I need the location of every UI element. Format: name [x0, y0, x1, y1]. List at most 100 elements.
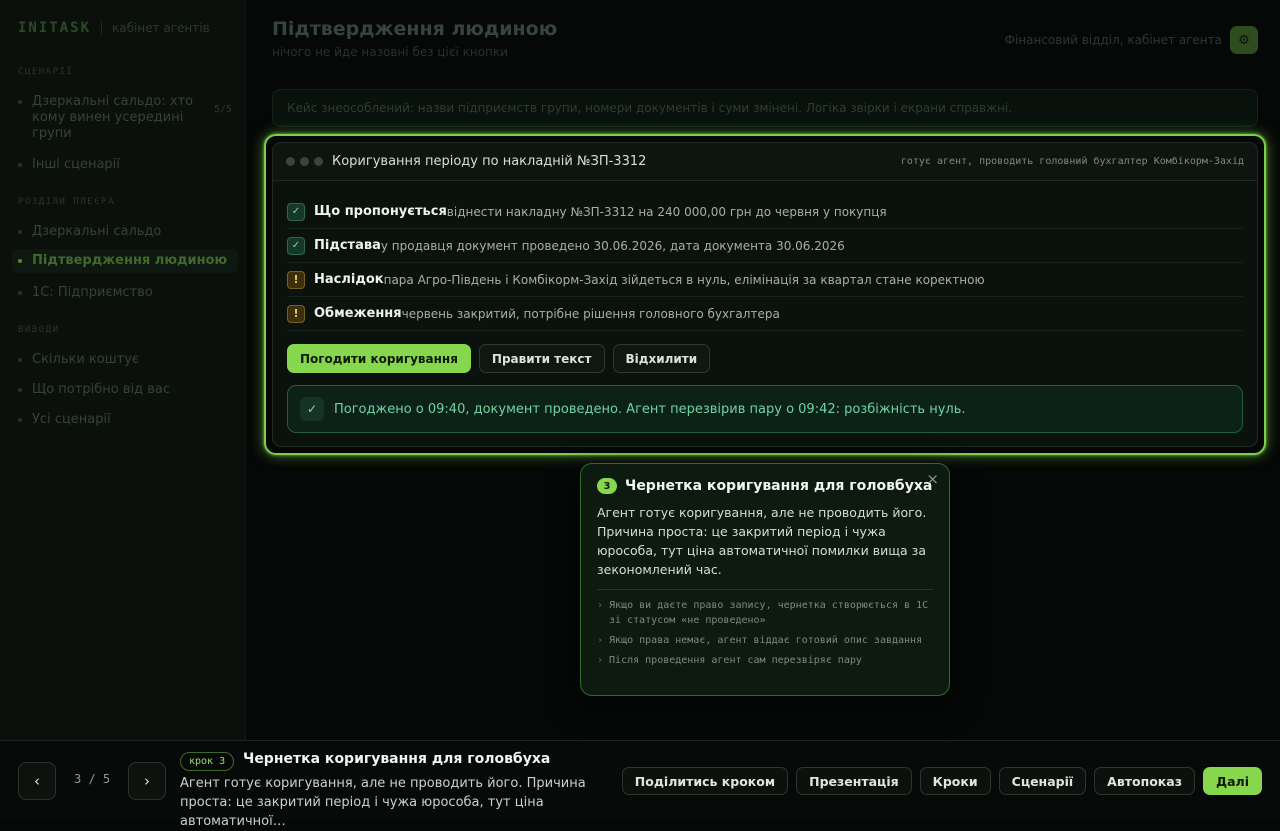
sidebar-item-all-scenarios[interactable]: Усі сценарії	[12, 408, 238, 432]
proposal-row: ✓ Що пропонується віднести накладну №ЗП-…	[287, 195, 1243, 229]
sidebar-item-count: 5/5	[213, 104, 232, 115]
scenarios-button[interactable]: Сценарії	[998, 767, 1087, 795]
header-context: Фінансовий відділ, кабінет агента ⚙	[1005, 26, 1258, 54]
chevron-right-icon: ›	[597, 635, 604, 646]
bullet-icon	[18, 259, 22, 263]
bullet-icon	[18, 163, 22, 167]
presentation-button[interactable]: Презентація	[796, 767, 912, 795]
brand-logo: INITASK	[18, 20, 92, 36]
sidebar-item-label: Дзеркальні сальдо	[32, 224, 162, 239]
sidebar-item-mirror-balances[interactable]: Дзеркальні сальдо	[12, 220, 238, 244]
share-step-button[interactable]: Поділитись кроком	[621, 767, 789, 795]
player-actions: Поділитись кроком Презентація Кроки Сцен…	[614, 767, 1262, 795]
sidebar-item-label: Що потрібно від вас	[32, 382, 170, 397]
check-icon: ✓	[300, 397, 324, 421]
close-icon[interactable]: ×	[926, 470, 939, 488]
sidebar-item-mirror-scenario[interactable]: Дзеркальні сальдо: хто кому винен усеред…	[12, 90, 238, 146]
check-icon: ✓	[287, 202, 305, 221]
chevron-right-icon: ›	[597, 600, 604, 611]
row-label: Наслідок	[314, 272, 384, 287]
popover-bullet: › Якщо права немає, агент віддає готовий…	[597, 633, 933, 648]
approval-result: ✓ Погоджено о 09:40, документ проведено.…	[287, 385, 1243, 433]
bullet-text: Якщо права немає, агент віддає готовий о…	[609, 635, 923, 646]
page-title: Підтвердження людиною	[272, 18, 558, 40]
sidebar-item-1c[interactable]: 1С: Підприємство	[12, 281, 238, 305]
player-bar: ‹ 3 / 5 › крок 3 Чернетка коригування дл…	[0, 740, 1280, 829]
approve-button[interactable]: Погодити коригування	[287, 344, 471, 373]
step-description: Агент готує коригування, але не проводит…	[180, 776, 586, 829]
bullet-text: Якщо ви даєте право запису, чернетка ств…	[609, 600, 929, 626]
popover-bullet: › Якщо ви даєте право запису, чернетка с…	[597, 598, 933, 628]
sidebar: INITASK кабінет агентів СЦЕНАРІЇ Дзеркал…	[0, 0, 246, 740]
window-dot-icon	[314, 157, 323, 166]
sidebar-item-label: Інші сценарії	[32, 157, 120, 172]
sidebar-item-label: 1С: Підприємство	[32, 285, 153, 300]
proposal-row: ✓ Підстава у продавця документ проведено…	[287, 229, 1243, 263]
correction-card: Коригування періоду по накладній №ЗП-331…	[272, 142, 1258, 447]
sidebar-item-label: Підтвердження людиною	[32, 253, 228, 268]
bullet-icon	[18, 100, 22, 104]
warning-icon: !	[287, 304, 305, 323]
prev-step-button[interactable]: ‹	[18, 762, 56, 800]
warning-icon: !	[287, 270, 305, 289]
chevron-right-icon: ›	[597, 655, 604, 666]
row-label: Підстава	[314, 238, 381, 253]
bullet-icon	[18, 418, 22, 422]
bullet-icon	[18, 388, 22, 392]
reject-button[interactable]: Відхилити	[612, 344, 711, 373]
row-label: Обмеження	[314, 306, 402, 321]
next-button[interactable]: Далі	[1202, 767, 1262, 795]
window-dot-icon	[300, 157, 309, 166]
divider	[597, 589, 933, 590]
popover-header: 3 Чернетка коригування для головбуха	[597, 478, 933, 494]
sidebar-item-label: Скільки коштує	[32, 352, 140, 367]
step-counter: 3 / 5	[74, 772, 111, 786]
window-dot-icon	[286, 157, 295, 166]
sidebar-item-label: Дзеркальні сальдо: хто кому винен усеред…	[32, 94, 194, 141]
brand-subtitle: кабінет агентів	[112, 21, 210, 35]
popover-bullet: › Після проведення агент сам перезвіряє …	[597, 653, 933, 668]
result-text: Погоджено о 09:40, документ проведено. А…	[334, 401, 966, 417]
row-text: червень закритий, потрібне рішення голов…	[401, 306, 780, 321]
sidebar-section-title: СЦЕНАРІЇ	[18, 67, 74, 77]
card-meta: готує агент, проводить головний бухгалте…	[900, 156, 1244, 167]
bullet-icon	[18, 291, 22, 295]
proposal-rows: ✓ Що пропонується віднести накладну №ЗП-…	[273, 195, 1257, 331]
step-number-badge: 3	[597, 478, 617, 494]
brand: INITASK кабінет агентів	[18, 20, 210, 36]
sidebar-item-human-confirmation[interactable]: Підтвердження людиною	[12, 249, 238, 273]
step-chip: крок 3	[180, 752, 235, 771]
popover-title: Чернетка коригування для головбуха	[625, 478, 933, 494]
sidebar-item-label: Усі сценарії	[32, 412, 111, 427]
step-popover: × 3 Чернетка коригування для головбуха А…	[580, 463, 950, 696]
context-label: Фінансовий відділ, кабінет агента	[1004, 33, 1222, 47]
edit-text-button[interactable]: Правити текст	[478, 344, 605, 373]
step-title: Чернетка коригування для головбуха	[243, 751, 551, 767]
bullet-icon	[18, 230, 22, 234]
row-text: пара Агро-Південь і Комбікорм-Захід зійд…	[383, 272, 985, 287]
row-text: віднести накладну №ЗП-3312 на 240 000,00…	[446, 204, 887, 219]
row-label: Що пропонується	[314, 204, 447, 219]
bullet-text: Після проведення агент сам перезвіряє па…	[609, 655, 862, 666]
check-icon: ✓	[287, 236, 305, 255]
row-text: у продавця документ проведено 30.06.2026…	[380, 238, 845, 253]
card-title: Коригування періоду по накладній №ЗП-331…	[332, 154, 647, 169]
sidebar-section-title: РОЗДІЛИ ПЛЕЄРА	[18, 197, 115, 207]
autoplay-button[interactable]: Автопоказ	[1094, 767, 1195, 795]
proposal-row: ! Наслідок пара Агро-Південь і Комбікорм…	[287, 263, 1243, 297]
anonymization-notice: Кейс знеособлений: назви підприємств гру…	[272, 89, 1258, 127]
next-step-button[interactable]: ›	[128, 762, 166, 800]
bullet-icon	[18, 358, 22, 362]
card-actions: Погодити коригування Правити текст Відхи…	[273, 331, 1257, 373]
sidebar-section-title: ВИВОДИ	[18, 325, 60, 335]
popover-body: Агент готує коригування, але не проводит…	[597, 505, 927, 577]
sidebar-item-cost[interactable]: Скільки коштує	[12, 348, 238, 372]
sidebar-item-other-scenarios[interactable]: Інші сценарії	[12, 153, 238, 177]
brand-divider	[101, 21, 103, 35]
page-subtitle: нічого не йде назовні без цієї кнопки	[272, 45, 508, 59]
sidebar-item-requirements[interactable]: Що потрібно від вас	[12, 378, 238, 402]
steps-button[interactable]: Кроки	[919, 767, 991, 795]
settings-icon[interactable]: ⚙	[1230, 26, 1258, 54]
proposal-row: ! Обмеження червень закритий, потрібне р…	[287, 297, 1243, 331]
card-header: Коригування періоду по накладній №ЗП-331…	[273, 143, 1257, 181]
